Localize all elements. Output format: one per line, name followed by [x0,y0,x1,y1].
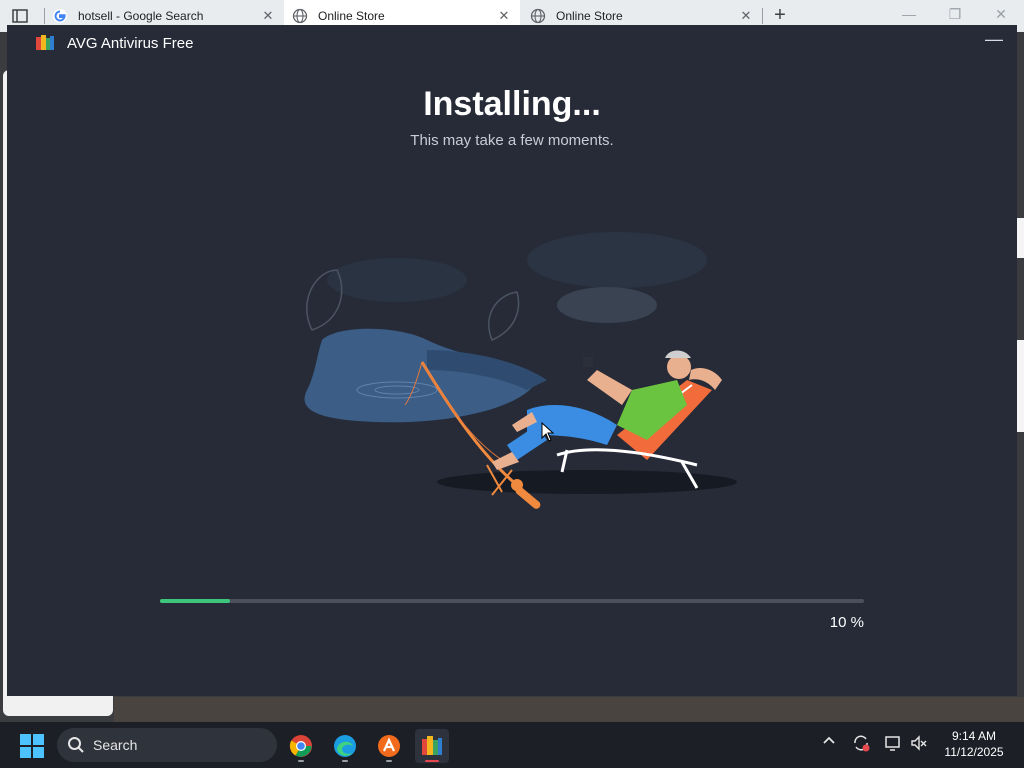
installer-app-title: AVG Antivirus Free [67,35,194,52]
taskbar-clock[interactable]: 9:14 AM 11/12/2025 [934,728,1014,760]
globe-icon [530,8,546,24]
tab-close-icon[interactable]: ✕ [496,8,512,24]
chrome-icon [289,735,312,757]
clock-time: 9:14 AM [951,729,997,743]
relaxing-fisherman-illustration [304,232,737,509]
tab-label: Online Store [318,9,385,23]
install-progress-fill [160,599,231,603]
window-restore-icon[interactable]: ❐ [943,6,967,23]
avg-icon [422,736,442,755]
search-icon [68,737,84,753]
avg-logo-icon [36,35,54,50]
windows-start-icon[interactable] [20,734,44,758]
window-close-icon[interactable]: ✕ [989,6,1013,23]
google-g-icon [53,9,67,23]
install-headline: Installing... [423,85,601,123]
install-progress-bar [160,599,864,603]
taskbar-search-box[interactable]: Search [57,728,277,762]
chevron-up-icon[interactable] [822,734,836,751]
install-progress-percent: 10 % [829,614,864,631]
display-icon[interactable] [884,734,902,755]
running-indicator [298,760,304,762]
background-page-edge [1016,218,1024,258]
tab-label: hotsell - Google Search [78,9,204,23]
windows-taskbar: Search 9:14 AM 11/12/2025 [0,722,1024,768]
avast-icon [378,735,400,757]
tab-close-icon[interactable]: ✕ [260,8,276,24]
installer-minimize-button[interactable]: — [985,29,1003,53]
tab-close-icon[interactable]: ✕ [738,8,754,24]
running-indicator [342,760,348,762]
clock-date: 11/12/2025 [944,745,1004,759]
taskbar-avg-button[interactable] [415,729,449,763]
taskbar-avast-button[interactable] [372,729,406,763]
edge-icon [334,735,356,757]
taskbar-chrome-button[interactable] [284,729,318,763]
taskbar-edge-button[interactable] [328,729,362,763]
window-minimize-icon[interactable]: — [897,6,921,22]
installer-title-bar[interactable]: AVG Antivirus Free — [7,25,1017,61]
globe-icon [292,8,308,24]
mouse-cursor-icon [541,422,555,442]
tab-label: Online Store [556,9,623,23]
search-label: Search [93,737,138,753]
install-subtitle: This may take a few moments. [410,132,614,149]
running-indicator [386,760,392,762]
speaker-muted-icon[interactable] [910,734,928,755]
new-tab-button[interactable]: + [770,5,790,26]
avg-installer-window: AVG Antivirus Free — Installing... This … [7,25,1017,696]
background-page-edge [1016,340,1024,432]
sync-icon[interactable] [852,734,870,755]
tab-actions-icon[interactable] [12,8,28,24]
background-page-strip [114,697,1024,722]
running-indicator [425,760,439,762]
tab-separator [762,8,763,24]
